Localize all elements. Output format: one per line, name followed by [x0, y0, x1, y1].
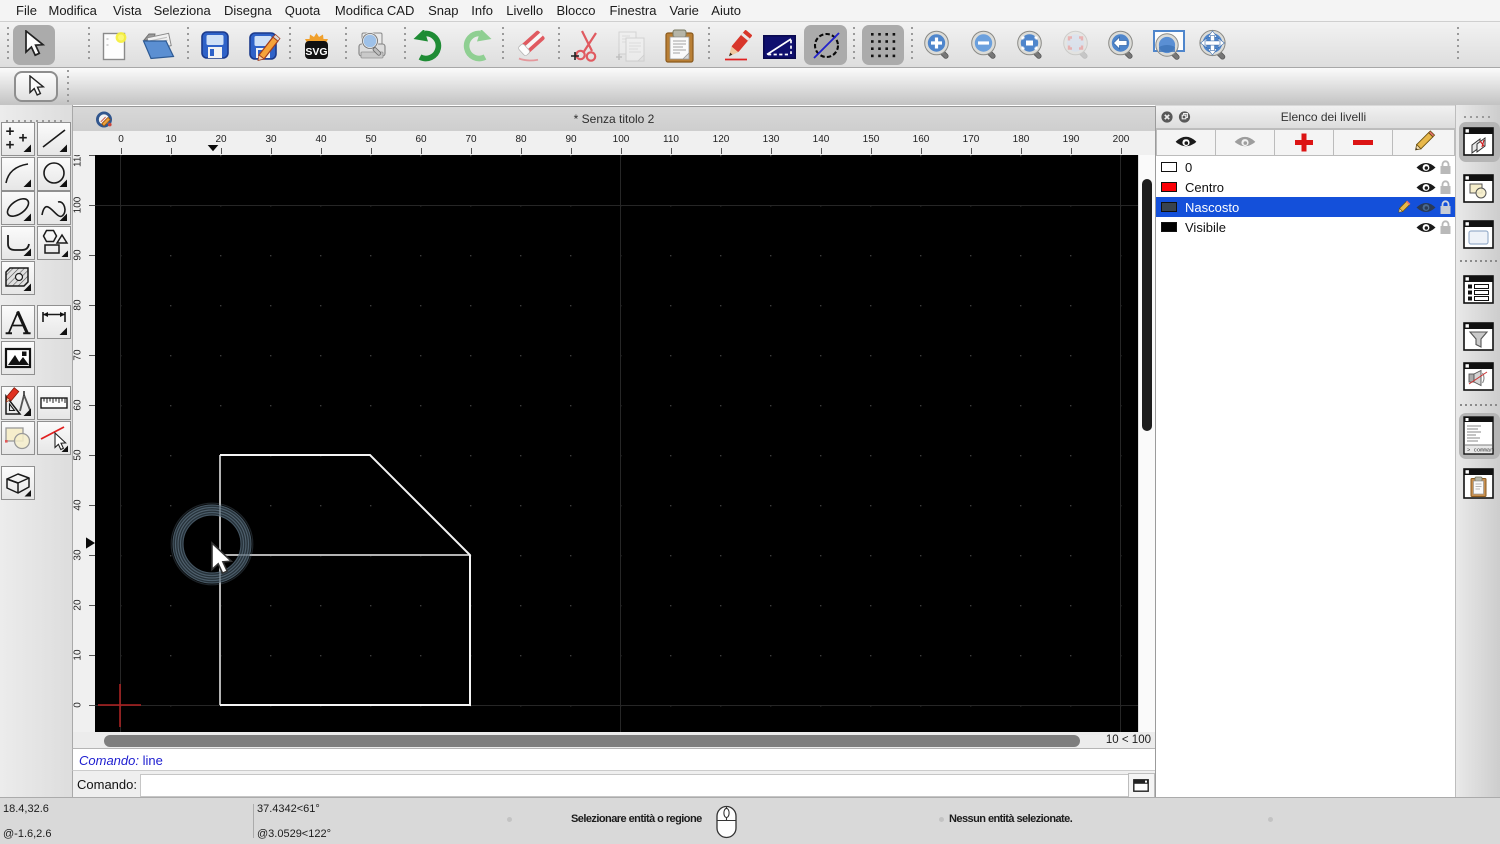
svg-text:10: 10: [73, 649, 84, 661]
svg-text:60: 60: [73, 399, 84, 411]
svg-text:SVG: SVG: [305, 46, 327, 58]
svg-text:80: 80: [73, 299, 84, 311]
svg-text:70: 70: [73, 349, 84, 361]
svg-text:> command: > command: [1467, 447, 1494, 454]
svg-text:30: 30: [73, 549, 84, 561]
svg-text:90: 90: [73, 249, 84, 261]
svg-text:50: 50: [73, 449, 84, 461]
svg-text:0: 0: [73, 702, 84, 708]
svg-text:100: 100: [73, 196, 84, 213]
svg-text:110: 110: [73, 155, 84, 167]
svg-text:20: 20: [73, 599, 84, 611]
svg-text:40: 40: [73, 499, 84, 511]
